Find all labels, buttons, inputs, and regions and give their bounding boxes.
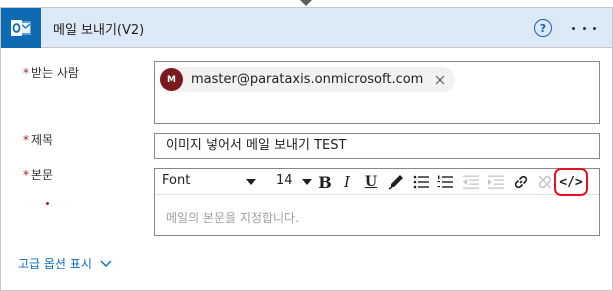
- numbered-list-button[interactable]: [435, 172, 455, 192]
- more-dot: [593, 26, 596, 30]
- italic-label: I: [344, 173, 350, 191]
- required-dot: [46, 202, 49, 205]
- italic-button[interactable]: I: [337, 172, 357, 192]
- show-advanced-options-link[interactable]: 고급 옵션 표시: [18, 255, 112, 272]
- link-icon: [514, 175, 528, 189]
- editor-toolbar: Font 14 B I U </>: [155, 168, 599, 196]
- connector-arrow-icon: [300, 0, 312, 6]
- chevron-down-icon: [100, 260, 112, 267]
- to-input[interactable]: M master@parataxis.onmicrosoft.com: [154, 61, 600, 124]
- remove-link-button[interactable]: [535, 172, 555, 192]
- underline-button[interactable]: U: [361, 172, 381, 192]
- more-dot: [572, 26, 575, 30]
- unlink-icon: [538, 175, 552, 189]
- more-dot: [582, 26, 586, 30]
- text-color-button[interactable]: [386, 172, 406, 192]
- recipient-chip[interactable]: M master@parataxis.onmicrosoft.com: [159, 67, 456, 92]
- bulleted-list-icon: [413, 175, 429, 189]
- outlook-icon: [1, 8, 41, 48]
- advanced-options-label: 고급 옵션 표시: [18, 257, 92, 271]
- body-editor[interactable]: Font 14 B I U </> 메일의 본문을 지정합니다.: [154, 168, 600, 236]
- subject-label-text: 제목: [31, 133, 54, 147]
- card-header[interactable]: 메일 보내기(V2) ?: [1, 8, 612, 48]
- required-asterisk: *: [23, 133, 29, 147]
- pen-icon: [388, 175, 403, 190]
- card-title: 메일 보내기(V2): [53, 23, 145, 38]
- chevron-down-icon: [246, 179, 256, 185]
- subject-field-label: * 제목: [23, 131, 53, 148]
- recipient-email: master@parataxis.onmicrosoft.com: [191, 72, 424, 87]
- more-options-button[interactable]: [572, 20, 596, 36]
- increase-indent-icon: [488, 175, 504, 189]
- bulleted-list-button[interactable]: [411, 172, 431, 192]
- send-email-action-card: 메일 보내기(V2) ? * 받는 사람 M master@parataxis.o…: [0, 7, 613, 291]
- code-view-label: </>: [559, 174, 583, 190]
- insert-link-button[interactable]: [511, 172, 531, 192]
- font-size-select[interactable]: 14: [276, 173, 312, 191]
- decrease-indent-button[interactable]: [461, 172, 481, 192]
- font-family-value: Font: [162, 173, 191, 188]
- avatar-initial: M: [167, 74, 176, 85]
- numbered-list-icon: [437, 175, 453, 188]
- subject-input[interactable]: 이미지 넣어서 메일 보내기 TEST: [154, 133, 600, 159]
- chevron-down-icon: [302, 179, 312, 185]
- to-field-label: * 받는 사람: [23, 64, 79, 81]
- body-field-label: * 본문: [23, 166, 53, 183]
- font-size-value: 14: [276, 173, 293, 188]
- to-label-text: 받는 사람: [31, 66, 79, 80]
- help-label: ?: [539, 21, 547, 35]
- font-family-select[interactable]: Font: [162, 173, 260, 191]
- bold-button[interactable]: B: [315, 172, 335, 192]
- bold-label: B: [318, 172, 332, 192]
- body-label-text: 본문: [31, 168, 54, 182]
- required-asterisk: *: [23, 168, 29, 182]
- required-asterisk: *: [23, 66, 29, 80]
- increase-indent-button[interactable]: [486, 172, 506, 192]
- remove-recipient-icon[interactable]: [435, 75, 445, 85]
- decrease-indent-icon: [463, 175, 479, 189]
- code-view-button[interactable]: </>: [554, 168, 588, 196]
- avatar: M: [160, 68, 183, 91]
- underline-label: U: [364, 174, 378, 190]
- help-button[interactable]: ?: [534, 19, 552, 37]
- body-placeholder: 메일의 본문을 지정합니다.: [166, 211, 299, 225]
